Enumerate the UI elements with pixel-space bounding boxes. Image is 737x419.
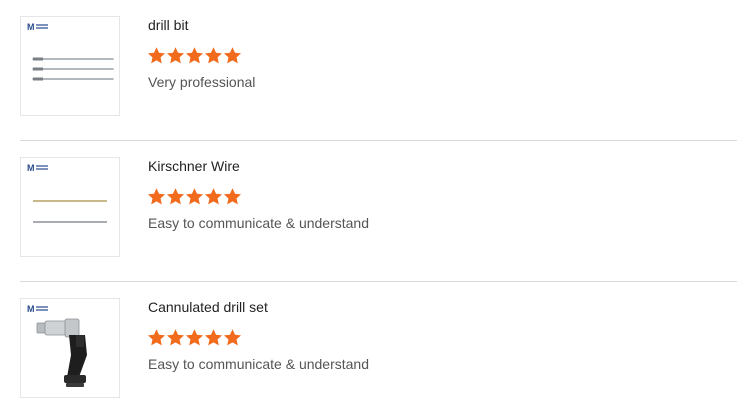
review-item: M drill bit Very professional [20,0,737,141]
star-icon [223,187,242,206]
product-thumbnail[interactable]: M [20,16,120,116]
star-icon [166,187,185,206]
product-thumbnail[interactable]: M [20,157,120,257]
review-title[interactable]: drill bit [148,17,188,33]
review-comment: Easy to communicate & understand [148,356,370,372]
product-thumbnail[interactable]: M [20,298,120,398]
review-title[interactable]: Kirschner Wire [148,158,240,174]
star-icon [166,46,185,65]
star-icon [223,46,242,65]
star-icon [185,187,204,206]
review-title[interactable]: Cannulated drill set [148,299,268,315]
review-comment: Very professional [148,74,256,90]
cannulated-drill-icon [36,318,87,387]
star-icon [147,328,166,347]
review-comment: Easy to communicate & understand [148,215,370,231]
rating-stars [147,328,242,348]
star-icon [185,46,204,65]
star-icon [223,328,242,347]
rating-stars [147,187,242,207]
review-item: M Kirschner Wire Easy to communicate & u… [20,141,737,282]
kirschner-wire-icon [33,200,107,223]
review-item: M Cannulated drill set Easy to communica… [20,282,737,419]
star-icon [185,328,204,347]
rating-stars [147,46,242,66]
star-icon [204,46,223,65]
drill-bit-icon [32,57,114,81]
star-icon [147,187,166,206]
star-icon [147,46,166,65]
star-icon [204,187,223,206]
star-icon [204,328,223,347]
star-icon [166,328,185,347]
